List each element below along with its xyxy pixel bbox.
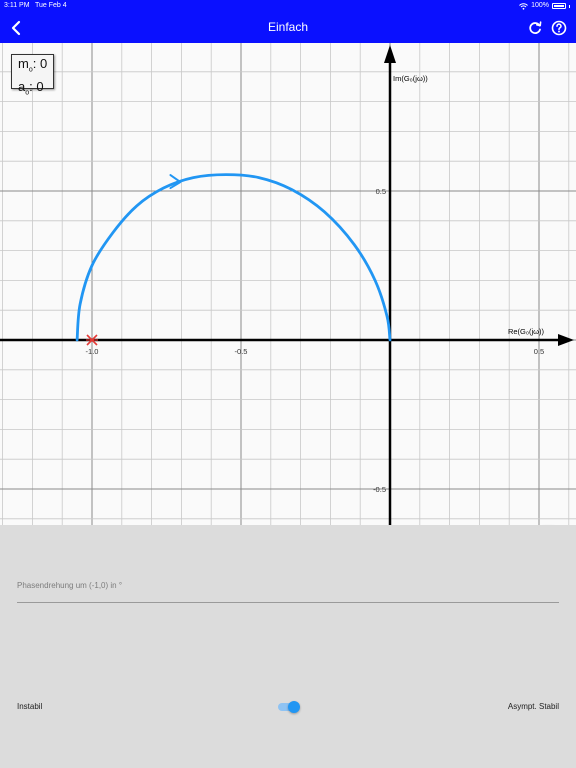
toggle-thumb (288, 701, 300, 713)
bottom-panel: Phasendrehung um (-1,0) in ° Instabil As… (0, 525, 576, 768)
phase-input-underline[interactable] (17, 602, 559, 603)
y-tick-label: -0.5 (373, 485, 386, 494)
x-tick-label: -0.5 (235, 347, 248, 356)
y-tick-label: 0.5 (376, 187, 386, 196)
phase-input-label[interactable]: Phasendrehung um (-1,0) in ° (17, 581, 122, 590)
refresh-icon[interactable] (525, 18, 545, 38)
a-counter: ao: 0 (18, 78, 44, 97)
nyquist-chart[interactable]: Re(G₀(jω)) Im(G₀(jω)) -1.0 -0.5 0.5 0.5 -0.5 (0, 43, 576, 525)
x-tick-label: -1.0 (86, 347, 99, 356)
status-right: 100% (519, 0, 570, 12)
page-title: Einfach (267, 20, 309, 34)
nyquist-curve (75, 173, 392, 342)
status-time: 3:11 PM (4, 2, 30, 9)
battery-tip (569, 4, 570, 8)
y-axis-arrow (384, 45, 396, 63)
counter-box: mo: 0 ao: 0 (11, 54, 54, 96)
app-bar: Einfach (0, 12, 576, 43)
label-asympt-stabil: Asympt. Stabil (507, 702, 559, 711)
status-date: Tue Feb 4 (35, 2, 67, 9)
x-tick-label: 0.5 (534, 347, 544, 356)
help-circle-icon[interactable] (549, 18, 569, 38)
y-axis-label: Im(G₀(jω)) (393, 74, 428, 83)
label-instabil: Instabil (17, 702, 43, 711)
x-axis-label: Re(G₀(jω)) (508, 327, 545, 336)
battery-percent: 100% (531, 2, 549, 9)
status-bar: 3:11 PM Tue Feb 4 100% (0, 0, 576, 12)
stability-toggle[interactable] (278, 701, 300, 713)
x-axis-arrow (558, 334, 574, 346)
wifi-icon (519, 2, 528, 10)
nyquist-plot[interactable]: Re(G₀(jω)) Im(G₀(jω)) -1.0 -0.5 0.5 0.5 -0.5 m… (0, 43, 576, 557)
m-counter: mo: 0 (18, 56, 48, 74)
battery-icon (552, 3, 566, 9)
